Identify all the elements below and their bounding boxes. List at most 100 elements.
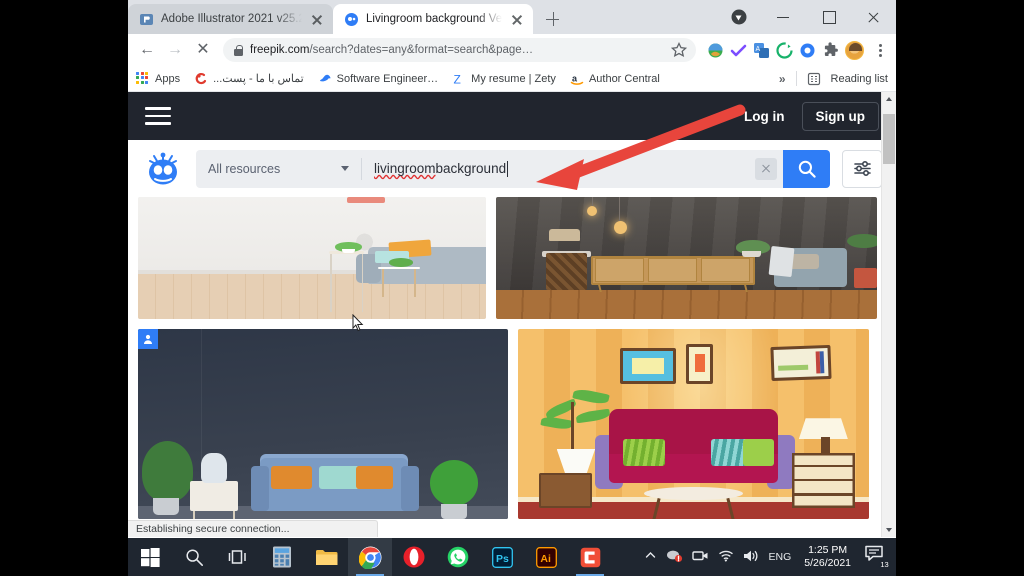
- url-path: /search?dates=any&format=search&page…: [309, 44, 534, 56]
- result-card-3[interactable]: [138, 329, 508, 519]
- scrollbar-thumb[interactable]: [883, 114, 895, 164]
- bookmark-persian-site[interactable]: تماس با ما - پست...: [194, 72, 304, 86]
- url-host: freepik.com: [250, 44, 310, 56]
- opera-app[interactable]: [392, 538, 436, 576]
- results-grid: [128, 197, 896, 519]
- bookmark-label: Software Engineer…: [336, 72, 439, 85]
- divider: [795, 71, 797, 86]
- whatsapp-app[interactable]: [436, 538, 480, 576]
- status-text: Establishing secure connection...: [136, 523, 290, 535]
- freepik-robot-logo[interactable]: [142, 151, 184, 187]
- bookmarks-overflow-button[interactable]: »: [779, 72, 786, 86]
- photoshop-app[interactable]: Ps: [480, 538, 524, 576]
- screen-root: Adobe Illustrator 2021 v25.2.3.25 Living…: [0, 0, 1024, 576]
- file-explorer-app[interactable]: [304, 538, 348, 576]
- cartoon-orange-livingroom-illustration: [518, 329, 869, 519]
- camtasia-app[interactable]: [568, 538, 612, 576]
- back-button[interactable]: ←: [134, 37, 160, 63]
- tab-close-button[interactable]: [509, 11, 525, 27]
- mouse-cursor: [352, 313, 364, 332]
- navy-wall-blue-sofa: [138, 329, 508, 519]
- three-dot-menu-icon[interactable]: [870, 39, 890, 61]
- reading-list-icon: [807, 72, 821, 86]
- notification-count-badge: 13: [878, 558, 891, 571]
- bookmarks-overflow-area: » Reading list: [779, 71, 888, 86]
- premium-badge-icon: [138, 329, 158, 349]
- purple-check-extension-icon[interactable]: [730, 42, 747, 59]
- freepik-header: Log in Sign up: [128, 92, 896, 140]
- hamburger-menu-icon[interactable]: [145, 107, 171, 125]
- red-pointer-arrow: [528, 104, 746, 196]
- illustrator-app[interactable]: Ai: [524, 538, 568, 576]
- scroll-up-arrow[interactable]: [882, 92, 896, 107]
- result-card-1[interactable]: [138, 197, 486, 319]
- clock[interactable]: 1:25 PM 5/26/2021: [800, 544, 855, 570]
- close-window-button[interactable]: [851, 0, 896, 34]
- tab-strip: Adobe Illustrator 2021 v25.2.3.25 Living…: [128, 0, 896, 34]
- freepik-favicon: [344, 12, 359, 27]
- clock-date: 5/26/2021: [804, 557, 851, 569]
- svg-text:Z: Z: [454, 72, 461, 86]
- volume-icon[interactable]: [743, 549, 760, 566]
- tab-close-button[interactable]: [309, 11, 325, 27]
- bookmark-apps[interactable]: Apps: [136, 71, 180, 86]
- action-center-icon[interactable]: 13: [864, 544, 891, 571]
- scroll-down-arrow[interactable]: [882, 522, 896, 537]
- language-indicator[interactable]: ENG: [769, 551, 792, 563]
- antivirus-alert-icon[interactable]: [666, 548, 683, 566]
- resource-type-label: All resources: [208, 161, 281, 176]
- clear-search-button[interactable]: [755, 157, 777, 180]
- puzzle-extensions-icon[interactable]: [822, 41, 839, 59]
- bookmark-star-icon[interactable]: [668, 39, 690, 61]
- profile-avatar[interactable]: [845, 40, 864, 60]
- minimize-button[interactable]: [761, 0, 806, 34]
- resource-type-select[interactable]: All resources: [196, 150, 361, 188]
- wifi-icon[interactable]: [718, 549, 734, 565]
- translate-extension-icon[interactable]: A: [753, 42, 770, 59]
- tab-title: Adobe Illustrator 2021 v25.2.3.25: [161, 13, 302, 25]
- start-button[interactable]: [128, 538, 172, 576]
- browser-tab-freepik[interactable]: Livingroom background Vectors: [333, 4, 533, 34]
- address-bar[interactable]: freepik.com/search?dates=any&format=sear…: [223, 38, 696, 62]
- login-button[interactable]: Log in: [744, 109, 785, 124]
- search-query-misspelled: livingroom: [374, 161, 436, 176]
- calculator-app[interactable]: [260, 538, 304, 576]
- maximize-button[interactable]: [806, 0, 851, 34]
- green-refresh-extension-icon[interactable]: [776, 41, 793, 59]
- bookmark-label: Author Central: [588, 72, 660, 85]
- search-submit-button[interactable]: [783, 149, 830, 188]
- browser-tab-illustrator[interactable]: Adobe Illustrator 2021 v25.2.3.25: [128, 4, 333, 34]
- svg-text:Ai: Ai: [540, 553, 551, 565]
- window-controls: [716, 0, 896, 34]
- svg-text:a: a: [572, 73, 578, 83]
- svg-text:Ps: Ps: [496, 553, 509, 565]
- result-card-2[interactable]: [496, 197, 877, 319]
- profile-pod-button[interactable]: [716, 0, 761, 34]
- forward-button[interactable]: →: [162, 37, 188, 63]
- filter-button[interactable]: [842, 149, 882, 188]
- stop-loading-button[interactable]: ✕: [190, 37, 216, 63]
- blue-circle-extension-icon[interactable]: [799, 42, 816, 59]
- color-globe-extension-icon[interactable]: [707, 42, 724, 59]
- show-hidden-icons-chevron[interactable]: [644, 549, 657, 565]
- svg-text:A: A: [756, 46, 761, 53]
- adobe-illustrator-favicon: [139, 12, 154, 27]
- google-chrome-app[interactable]: [348, 538, 392, 576]
- bookmark-label: تماس با ما - پست...: [213, 73, 304, 85]
- chevron-down-icon: [341, 166, 349, 171]
- browser-toolbar: ← → ✕ freepik.com/search?dates=any&forma…: [128, 34, 896, 66]
- camera-icon[interactable]: [691, 549, 709, 565]
- bookmark-software-engineer[interactable]: Software Engineer…: [318, 72, 439, 86]
- bookmarks-bar: Apps تماس با ما - پست... Software Engine…: [128, 66, 896, 92]
- bookmark-zety-resume[interactable]: Z My resume | Zety: [452, 72, 556, 86]
- signup-button[interactable]: Sign up: [801, 101, 879, 131]
- search-button[interactable]: [172, 538, 216, 576]
- task-view-button[interactable]: [216, 538, 260, 576]
- windows-taskbar: Ps Ai ENG 1:25 PM 5/26/2021 13: [128, 538, 896, 576]
- page-scrollbar[interactable]: [881, 92, 896, 537]
- result-card-4[interactable]: [518, 329, 869, 519]
- reading-list-label[interactable]: Reading list: [831, 73, 888, 85]
- bookmark-author-central[interactable]: a Author Central: [570, 72, 660, 86]
- header-actions: Log in Sign up: [744, 101, 879, 131]
- new-tab-button[interactable]: [537, 4, 567, 34]
